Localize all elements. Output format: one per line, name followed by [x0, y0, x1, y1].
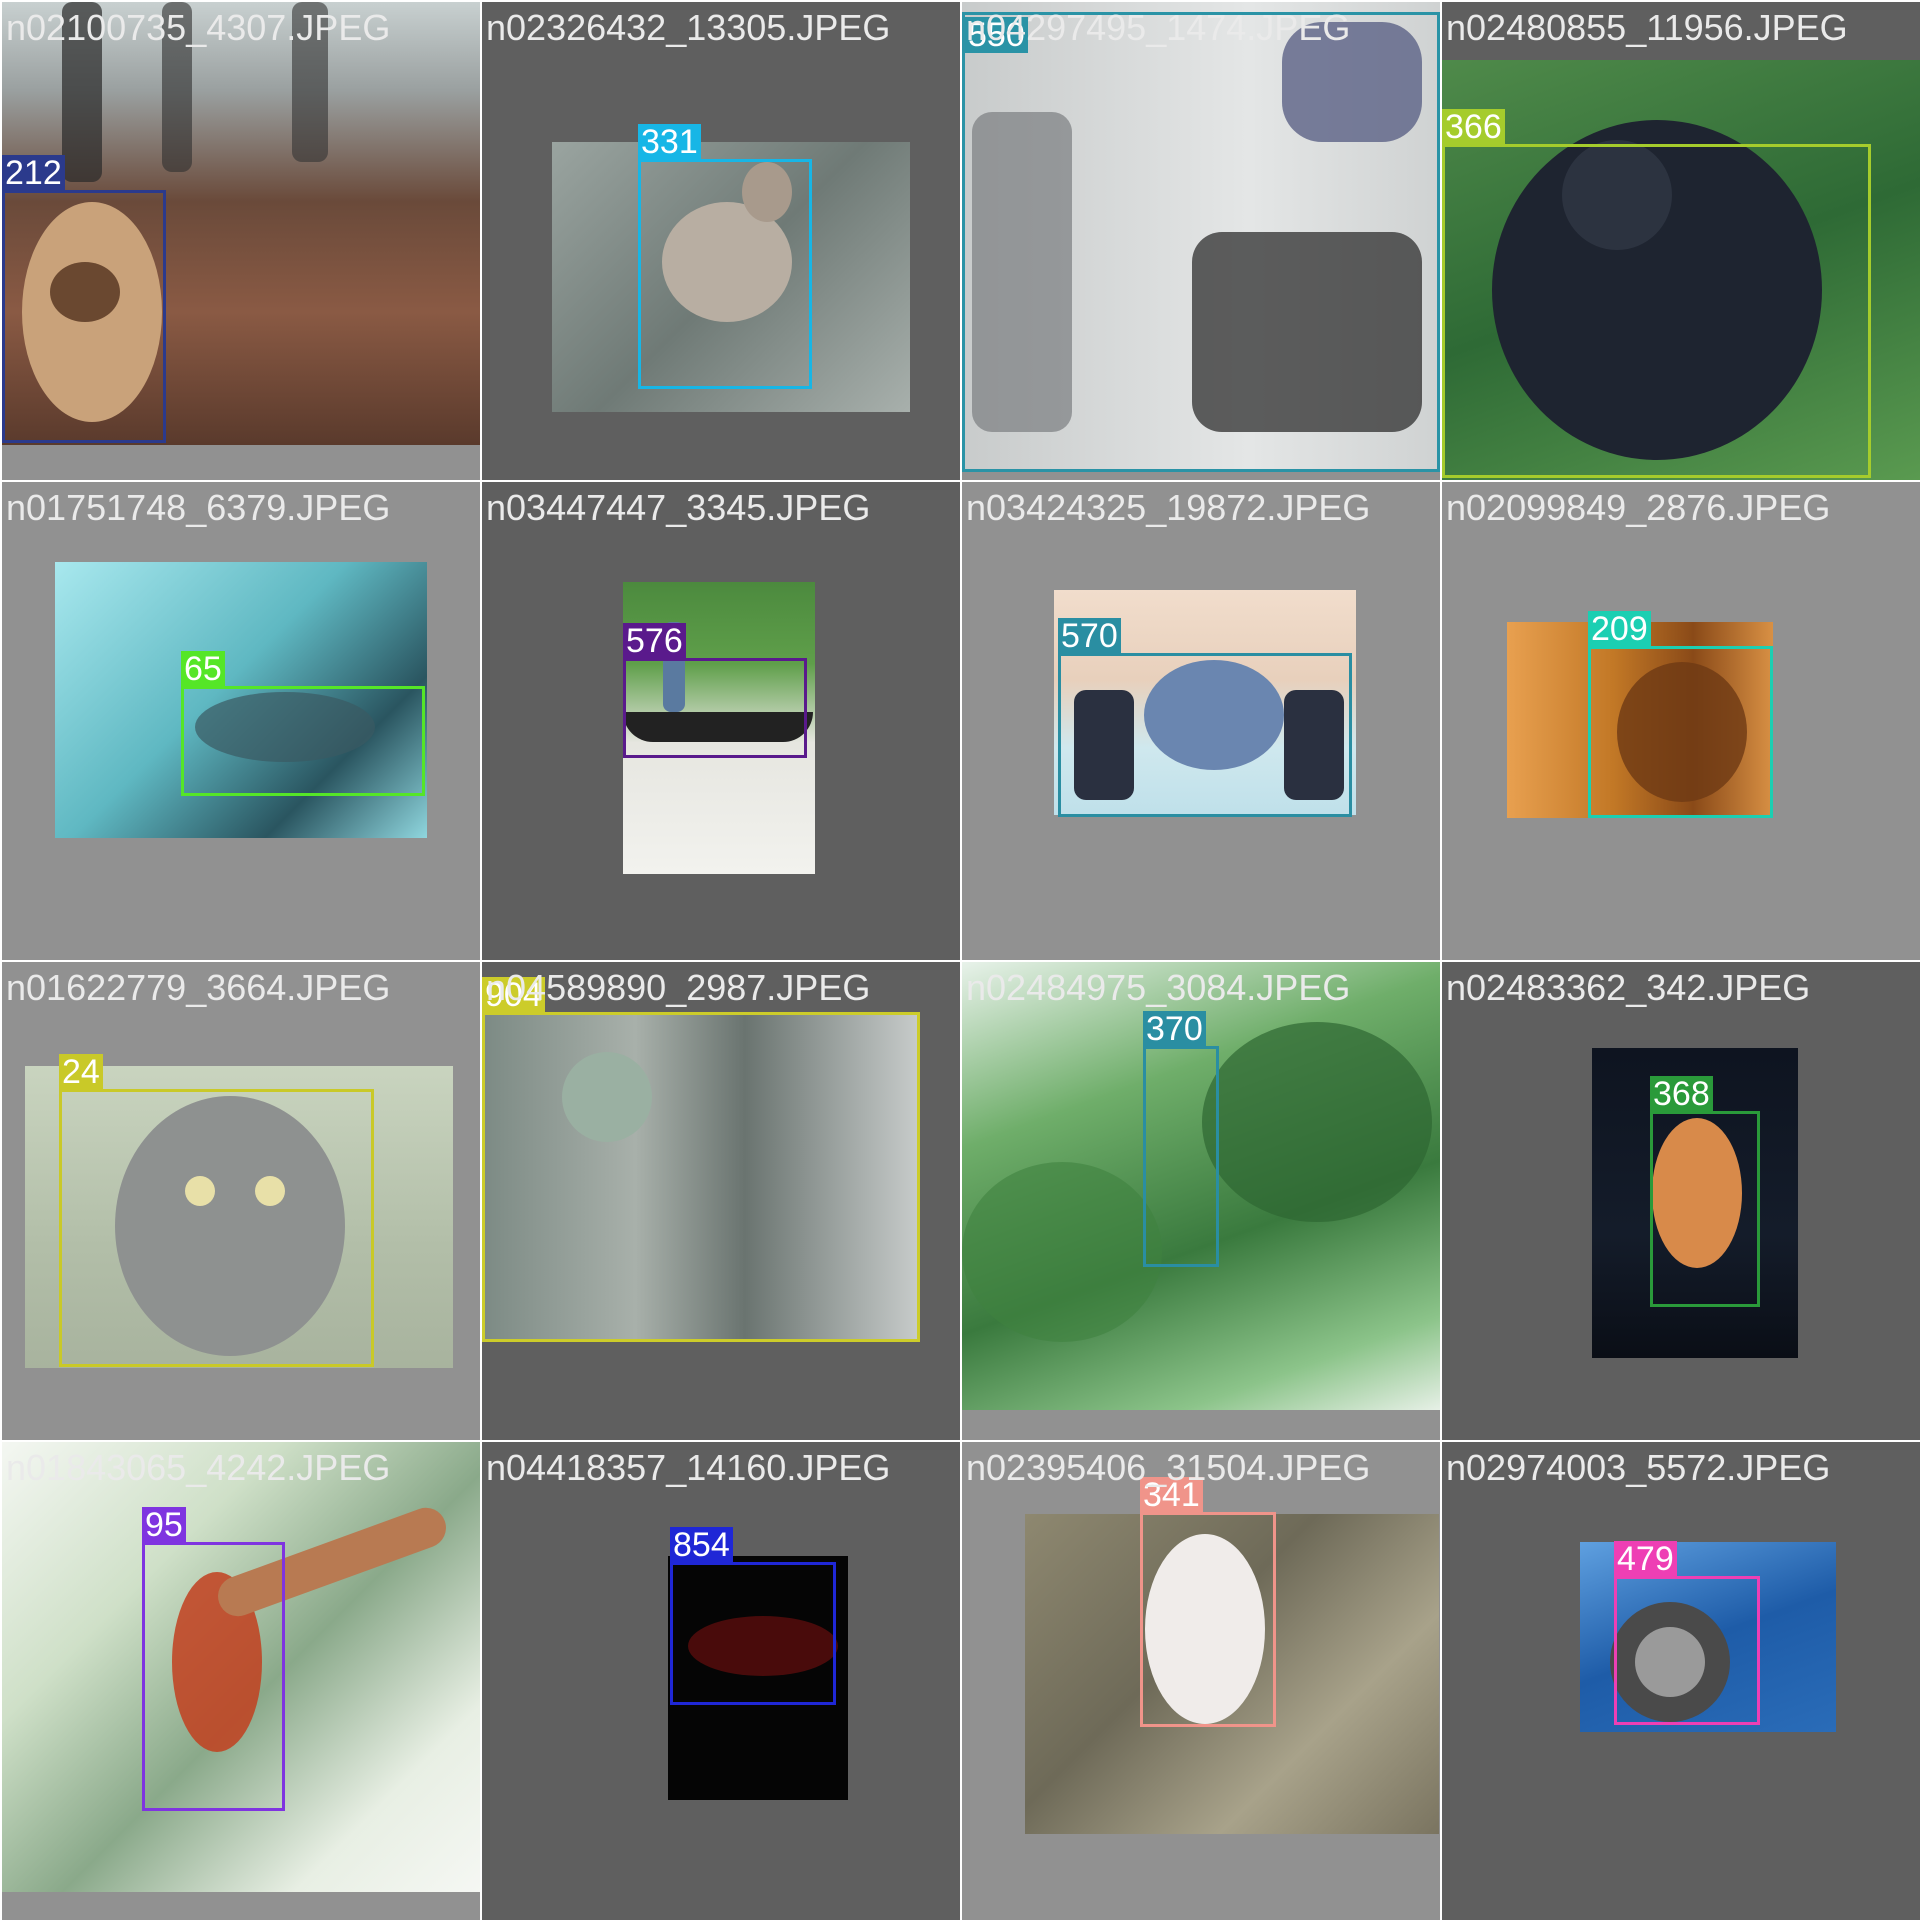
grid-tile-street: 550 n04297495_1474.JPEG — [962, 2, 1440, 480]
class-label: 576 — [623, 623, 686, 659]
class-label: 65 — [181, 651, 225, 687]
filename: n04589890_2987.JPEG — [486, 967, 871, 1008]
bounding-box: 368 — [1650, 1076, 1760, 1307]
class-label: 209 — [1588, 611, 1651, 647]
grid-tile-gondola: 576 n03447447_3345.JPEG — [482, 482, 960, 960]
bounding-box: 341 — [1140, 1477, 1276, 1727]
filename: n02480855_11956.JPEG — [1446, 7, 1848, 48]
class-label: 479 — [1614, 1541, 1677, 1577]
bounding-box: 576 — [623, 623, 807, 758]
grid-tile-owl: 24 n01622779_3664.JPEG — [2, 962, 480, 1440]
grid-tile-dark: 854 n04418357_14160.JPEG — [482, 1442, 960, 1920]
class-label: 368 — [1650, 1076, 1713, 1112]
bounding-box: 24 — [59, 1054, 374, 1367]
bounding-box: 366 — [1442, 109, 1871, 478]
class-label: 854 — [670, 1527, 733, 1563]
bounding-box: 95 — [142, 1507, 285, 1811]
grid-tile-gibbon: 368 n02483362_342.JPEG — [1442, 962, 1920, 1440]
grid-tile-hare: 331 n02326432_13305.JPEG — [482, 2, 960, 480]
bounding-box: 212 — [2, 155, 166, 443]
filename: n02484975_3084.JPEG — [966, 967, 1351, 1008]
grid-tile-screen: 904 n04589890_2987.JPEG — [482, 962, 960, 1440]
filename: n02099849_2876.JPEG — [1446, 487, 1831, 528]
bounding-box: 65 — [181, 651, 425, 796]
filename: n03424325_19872.JPEG — [966, 487, 1371, 528]
grid-tile-dog: 212 n02100735_4307.JPEG — [2, 2, 480, 480]
class-label: 331 — [638, 124, 701, 160]
class-label: 95 — [142, 1507, 186, 1543]
grid-tile-retriever: 209 n02099849_2876.JPEG — [1442, 482, 1920, 960]
bounding-box: 370 — [1143, 1011, 1219, 1267]
class-label: 366 — [1442, 109, 1505, 145]
bounding-box: 331 — [638, 124, 812, 389]
filename: n03447447_3345.JPEG — [486, 487, 871, 528]
class-label: 212 — [2, 155, 65, 191]
grid-tile-trees: 370 n02484975_3084.JPEG — [962, 962, 1440, 1440]
class-label: 370 — [1143, 1011, 1206, 1047]
bounding-box: 209 — [1588, 611, 1773, 818]
filename: n04297495_1474.JPEG — [966, 7, 1351, 48]
grid-tile-bird: 95 n01843065_4242.JPEG — [2, 1442, 480, 1920]
filename: n04418357_14160.JPEG — [486, 1447, 891, 1488]
class-label: 570 — [1058, 618, 1121, 654]
grid-tile-gas-mask: 570 n03424325_19872.JPEG — [962, 482, 1440, 960]
image-grid: 212 n02100735_4307.JPEG 331 n02326432_13… — [0, 0, 1920, 1920]
filename: n01622779_3664.JPEG — [6, 967, 391, 1008]
grid-tile-pig: 341 n02395406_31504.JPEG — [962, 1442, 1440, 1920]
filename: n02974003_5572.JPEG — [1446, 1447, 1831, 1488]
filename: n02100735_4307.JPEG — [6, 7, 391, 48]
filename: n02326432_13305.JPEG — [486, 7, 891, 48]
filename: n01843065_4242.JPEG — [6, 1447, 391, 1488]
bounding-box: 550 — [962, 12, 1440, 472]
bounding-box: 854 — [670, 1527, 836, 1705]
filename: n01751748_6379.JPEG — [6, 487, 391, 528]
bounding-box: 570 — [1058, 618, 1352, 817]
filename: n02483362_342.JPEG — [1446, 967, 1811, 1008]
grid-tile-car: 479 n02974003_5572.JPEG — [1442, 1442, 1920, 1920]
grid-tile-sea-snake: 65 n01751748_6379.JPEG — [2, 482, 480, 960]
filename: n02395406_31504.JPEG — [966, 1447, 1371, 1488]
bounding-box: 904 — [482, 977, 920, 1342]
grid-tile-gorilla: 366 n02480855_11956.JPEG — [1442, 2, 1920, 480]
class-label: 24 — [59, 1054, 103, 1090]
bounding-box: 479 — [1614, 1541, 1760, 1725]
